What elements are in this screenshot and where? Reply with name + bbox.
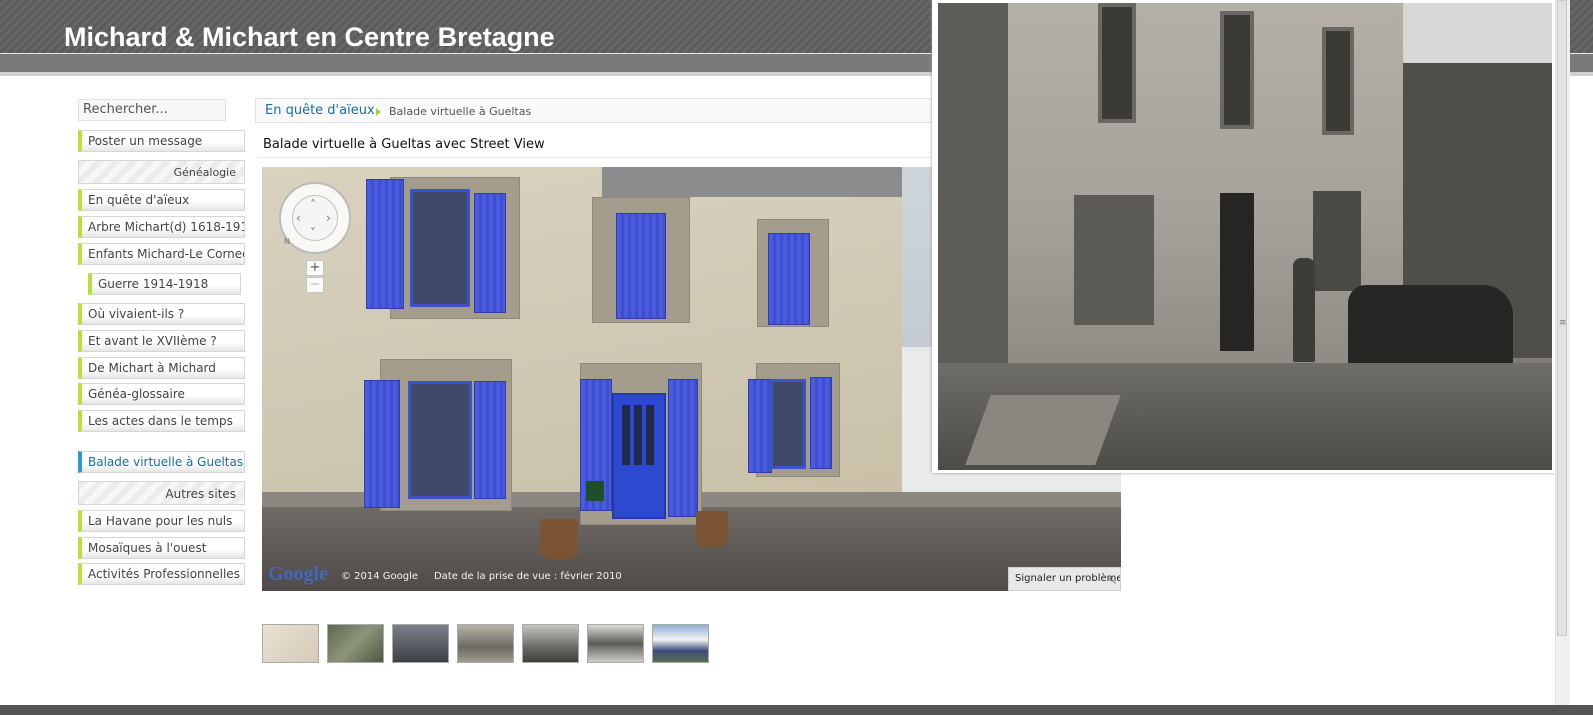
thumbnail-aerial[interactable] bbox=[327, 624, 384, 663]
photo-window bbox=[1098, 3, 1136, 123]
sv-window bbox=[408, 381, 472, 499]
thumbnail-old-house[interactable] bbox=[522, 624, 579, 663]
thumbnail-street[interactable] bbox=[392, 624, 449, 663]
sv-barrel-planter bbox=[696, 511, 728, 547]
sidebar-item-mosaiques[interactable]: Mosaïques à l'ouest bbox=[78, 537, 245, 559]
sidebar-item-enfants[interactable]: Enfants Michard-Le Cornec bbox=[78, 243, 245, 265]
breadcrumb-current: Balade virtuelle à Gueltas bbox=[389, 105, 532, 118]
sidebar-item-actes[interactable]: Les actes dans le temps bbox=[78, 410, 245, 432]
photo-lower-window bbox=[1313, 191, 1361, 291]
breadcrumb-parent-link[interactable]: En quête d'aïeux bbox=[265, 103, 375, 118]
google-logo[interactable]: Google bbox=[268, 563, 328, 586]
sv-window bbox=[770, 379, 806, 469]
sv-shutter bbox=[616, 213, 666, 319]
sv-attribution: © 2014 Google Date de la prise de vue : … bbox=[341, 571, 622, 582]
breadcrumb: En quête d'aïeux Balade virtuelle à Guel… bbox=[255, 98, 955, 123]
zoom-out-button[interactable]: − bbox=[306, 277, 324, 293]
search-input[interactable]: Rechercher... bbox=[78, 99, 226, 121]
pan-control-inner: ˄ ˅ ‹ › bbox=[292, 195, 338, 241]
photo-window bbox=[1322, 27, 1354, 135]
compass-north-icon: N bbox=[284, 237, 290, 246]
sv-window bbox=[410, 189, 470, 307]
thumbnail-old-map[interactable] bbox=[262, 624, 319, 663]
sv-shutter bbox=[366, 179, 404, 309]
photo-window bbox=[1220, 11, 1254, 129]
sv-shutter bbox=[474, 381, 506, 499]
old-photo bbox=[938, 3, 1552, 470]
sv-shutter bbox=[364, 380, 400, 508]
page-title: Balade virtuelle à Gueltas avec Street V… bbox=[263, 137, 545, 152]
thumbnail-house-today[interactable] bbox=[652, 624, 709, 663]
pan-up-icon[interactable]: ˄ bbox=[310, 199, 316, 211]
photo-sky bbox=[1403, 3, 1552, 63]
zoom-in-button[interactable]: + bbox=[306, 260, 324, 276]
sidebar-item-post-message[interactable]: Poster un message bbox=[78, 130, 245, 152]
sidebar-item-havane[interactable]: La Havane pour les nuls bbox=[78, 510, 245, 532]
sidebar-item-arbre[interactable]: Arbre Michart(d) 1618-1919 bbox=[78, 216, 245, 238]
sv-roof bbox=[602, 167, 902, 197]
pan-right-icon[interactable]: › bbox=[326, 212, 331, 224]
sidebar-item-balade[interactable]: Balade virtuelle à Gueltas bbox=[78, 451, 245, 473]
sv-front-door bbox=[612, 393, 666, 519]
site-title[interactable]: Michard & Michart en Centre Bretagne bbox=[64, 22, 555, 53]
sv-copyright: © 2014 Google bbox=[341, 571, 419, 582]
sv-shutter bbox=[748, 379, 772, 473]
pan-left-icon[interactable]: ‹ bbox=[296, 212, 301, 224]
photo-lower-window bbox=[1074, 195, 1154, 325]
sidebar-item-michart-michard[interactable]: De Michart à Michard bbox=[78, 357, 245, 379]
photo-lightbox[interactable] bbox=[932, 0, 1555, 473]
thumbnail-postcard[interactable] bbox=[587, 624, 644, 663]
sv-capture-date: Date de la prise de vue : février 2010 bbox=[433, 571, 622, 582]
sidebar-item-en-quete[interactable]: En quête d'aïeux bbox=[78, 189, 245, 211]
breadcrumb-arrow-icon bbox=[376, 108, 381, 116]
photo-door bbox=[1220, 193, 1254, 351]
photo-left-wall bbox=[938, 3, 1018, 373]
sidebar-item-et-avant[interactable]: Et avant le XVIIème ? bbox=[78, 330, 245, 352]
sv-mailbox bbox=[586, 481, 604, 501]
sv-barrel-planter bbox=[540, 519, 578, 559]
sidebar-item-glossaire[interactable]: Généa-glossaire bbox=[78, 383, 245, 405]
sidebar-item-activites[interactable]: Activités Professionnelles bbox=[78, 563, 245, 585]
photo-rock bbox=[965, 395, 1121, 465]
title-divider bbox=[258, 157, 958, 158]
footer-bar bbox=[0, 705, 1593, 715]
pan-down-icon[interactable]: ˅ bbox=[310, 227, 316, 239]
expand-arrow-icon[interactable]: ↖ bbox=[1108, 574, 1117, 587]
pan-control[interactable]: ˄ ˅ ‹ › N bbox=[279, 182, 351, 254]
sv-shutter bbox=[810, 377, 832, 469]
report-problem-link[interactable]: Signaler un problème bbox=[1008, 567, 1121, 591]
sv-shutter bbox=[768, 233, 810, 325]
sidebar-item-guerre[interactable]: Guerre 1914-1918 bbox=[88, 273, 241, 295]
scrollbar-grip-icon: ≡ bbox=[1559, 318, 1567, 328]
sidebar-item-ou-vivaient[interactable]: Où vivaient-ils ? bbox=[78, 303, 245, 325]
photo-woman bbox=[1293, 258, 1315, 362]
sv-shutter bbox=[474, 193, 506, 313]
sidebar-section-genealogie: Généalogie bbox=[78, 160, 245, 184]
thumbnail-old-photo[interactable] bbox=[457, 624, 514, 663]
sv-shutter bbox=[668, 379, 698, 517]
sidebar-section-autres-sites: Autres sites bbox=[78, 481, 245, 505]
